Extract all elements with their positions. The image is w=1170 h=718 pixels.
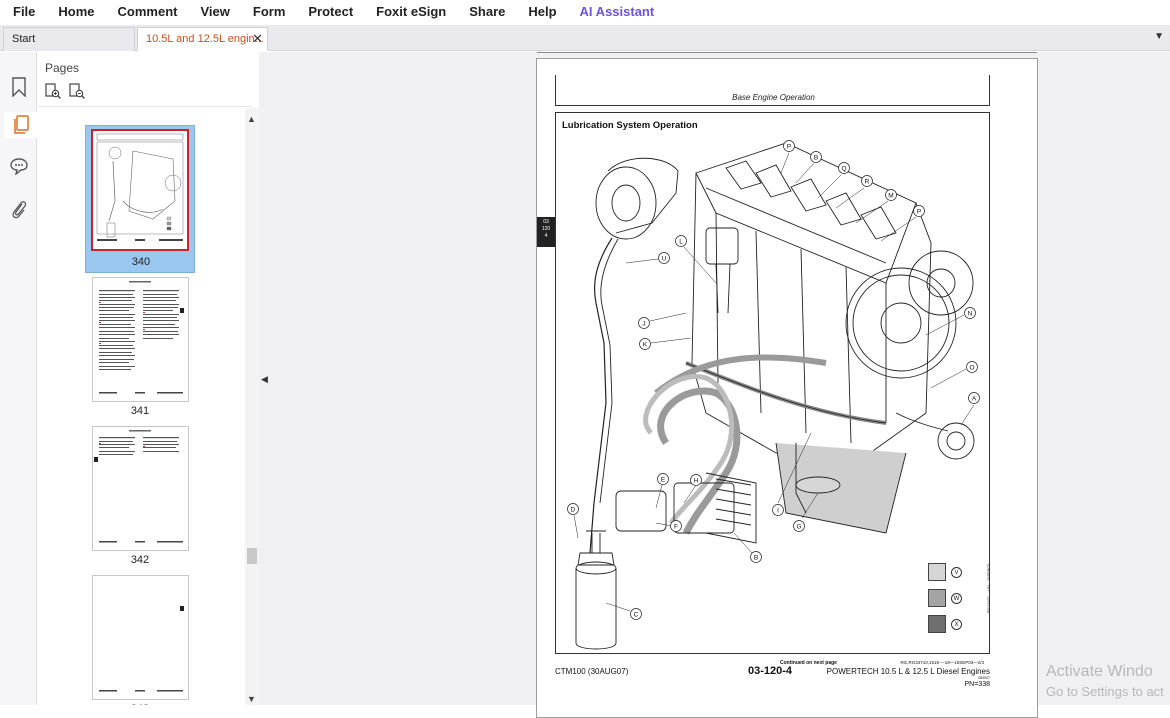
menu-protect[interactable]: Protect xyxy=(308,4,353,19)
footer-title: POWERTECH 10.5 L & 12.5 L Diesel Engines xyxy=(826,667,990,676)
menu-share[interactable]: Share xyxy=(469,4,505,19)
svg-text:G: G xyxy=(796,524,801,531)
comment-icon[interactable] xyxy=(6,153,32,179)
zoom-in-thumbnail-icon[interactable] xyxy=(45,83,61,104)
svg-text:D: D xyxy=(571,507,576,514)
activation-watermark: Activate Windo Go to Settings to act xyxy=(1046,662,1164,702)
footer-page-code: 03-120-4 xyxy=(748,665,793,677)
svg-text:L: L xyxy=(679,239,683,246)
page-thumbnail[interactable]: 340 xyxy=(85,125,195,273)
svg-text:B: B xyxy=(754,555,758,562)
legend-label-v: V xyxy=(951,567,962,578)
svg-text:K: K xyxy=(643,342,648,349)
svg-text:O: O xyxy=(969,365,974,372)
page-header-box: Base Engine Operation xyxy=(555,75,990,106)
thumbnail-preview xyxy=(92,277,189,402)
tab-document[interactable]: 10.5L and 12.5L engin... ✕ xyxy=(137,27,268,51)
footer-reference: RG,RG34710,1519 —19—15SEP03—2/3 xyxy=(900,660,984,665)
svg-text:B: B xyxy=(814,155,818,162)
svg-text:E: E xyxy=(661,477,666,484)
scrollbar-thumb[interactable] xyxy=(247,548,257,564)
legend-swatch-v xyxy=(928,563,946,581)
svg-text:J: J xyxy=(642,321,645,328)
figure-box: Lubrication System Operation P B Q R M P… xyxy=(555,112,991,654)
thumbnail-page-number: 340 xyxy=(131,256,151,268)
svg-text:F: F xyxy=(674,524,678,531)
footer-manual-id: CTM100 (30AUG07) xyxy=(555,667,629,676)
menu-bar: File Home Comment View Form Protect Foxi… xyxy=(0,0,1170,22)
panel-toolbar xyxy=(45,83,85,104)
tab-bar: Start 10.5L and 12.5L engin... ✕ ▼ xyxy=(0,25,1170,51)
page-header: Base Engine Operation xyxy=(732,93,815,102)
tab-overflow-icon[interactable]: ▼ xyxy=(1154,31,1164,42)
watermark-line-2: Go to Settings to act xyxy=(1046,684,1164,699)
page-thumbnail[interactable]: 341 xyxy=(85,277,195,422)
menu-file[interactable]: File xyxy=(13,4,35,19)
thumbnail-preview xyxy=(92,426,189,551)
menu-view[interactable]: View xyxy=(200,4,229,19)
svg-text:H: H xyxy=(694,478,699,485)
page-thumbnail[interactable]: 342 xyxy=(85,426,195,571)
legend-swatch-w xyxy=(928,589,946,607)
legend-label-x: X xyxy=(951,619,962,630)
legend-label-w: W xyxy=(951,593,962,604)
menu-comment[interactable]: Comment xyxy=(118,4,178,19)
svg-text:N: N xyxy=(968,311,973,318)
close-icon[interactable]: ✕ xyxy=(252,31,263,47)
thumbnail-page-number: 341 xyxy=(130,405,150,417)
svg-text:A: A xyxy=(972,396,977,403)
page-thumbnail[interactable]: 343 xyxy=(85,575,195,705)
svg-text:M: M xyxy=(888,193,893,200)
tab-start[interactable]: Start xyxy=(3,27,135,51)
previous-page-edge xyxy=(537,52,1037,53)
section-side-tab: 03 120 4 xyxy=(537,217,555,247)
tab-start-label: Start xyxy=(12,33,36,45)
thumbnail-scrollbar[interactable]: ▲ ▼ xyxy=(245,108,259,705)
thumbnail-preview xyxy=(92,575,189,700)
callout-label-p: P xyxy=(787,144,791,151)
watermark-line-1: Activate Windo xyxy=(1046,663,1153,680)
chevron-left-icon[interactable]: ◀ xyxy=(261,374,268,385)
panel-collapse-handle[interactable]: ◀ xyxy=(259,52,271,705)
menu-form[interactable]: Form xyxy=(253,4,286,19)
thumbnail-preview xyxy=(91,129,189,251)
pages-panel: Pages 340 341 342 ▲ ▼ xyxy=(38,52,259,705)
zoom-out-thumbnail-icon[interactable] xyxy=(69,83,85,104)
document-page: Base Engine Operation 03 120 4 Lubrication… xyxy=(536,58,1038,718)
panel-divider xyxy=(38,106,252,107)
menu-ai-assistant[interactable]: AI Assistant xyxy=(580,4,655,19)
menu-foxit-esign[interactable]: Foxit eSign xyxy=(376,4,446,19)
pages-icon[interactable] xyxy=(4,112,37,138)
bookmark-icon[interactable] xyxy=(6,74,32,100)
svg-text:U: U xyxy=(662,256,667,263)
svg-text:C: C xyxy=(634,612,639,619)
svg-text:R: R xyxy=(865,179,870,186)
menu-home[interactable]: Home xyxy=(58,4,94,19)
paperclip-icon[interactable] xyxy=(6,196,32,222)
tab-document-label: 10.5L and 12.5L engin... xyxy=(146,33,264,45)
scroll-down-icon[interactable]: ▼ xyxy=(247,694,256,704)
engine-diagram: P B Q R M P L U J K N O A I G E H F D B … xyxy=(567,140,980,650)
legend-swatch-x xyxy=(928,615,946,633)
footer-page-number: PN=338 xyxy=(964,681,991,688)
navigation-rail xyxy=(0,52,37,705)
svg-text:Q: Q xyxy=(841,166,846,173)
footer-date-code: 083007 xyxy=(978,676,990,680)
thumbnail-page-number: 342 xyxy=(130,554,150,566)
menu-help[interactable]: Help xyxy=(528,4,556,19)
svg-text:P: P xyxy=(917,209,921,216)
scroll-up-icon[interactable]: ▲ xyxy=(247,114,256,124)
document-viewer[interactable]: Base Engine Operation 03 120 4 Lubrication… xyxy=(271,52,1170,718)
svg-text:I: I xyxy=(777,508,779,515)
figure-id: RG13421 —UN—15SEP03 xyxy=(986,564,991,613)
panel-title: Pages xyxy=(45,61,80,75)
callout-p: P xyxy=(780,140,795,174)
thumbnail-list: 340 341 342 xyxy=(38,108,246,705)
